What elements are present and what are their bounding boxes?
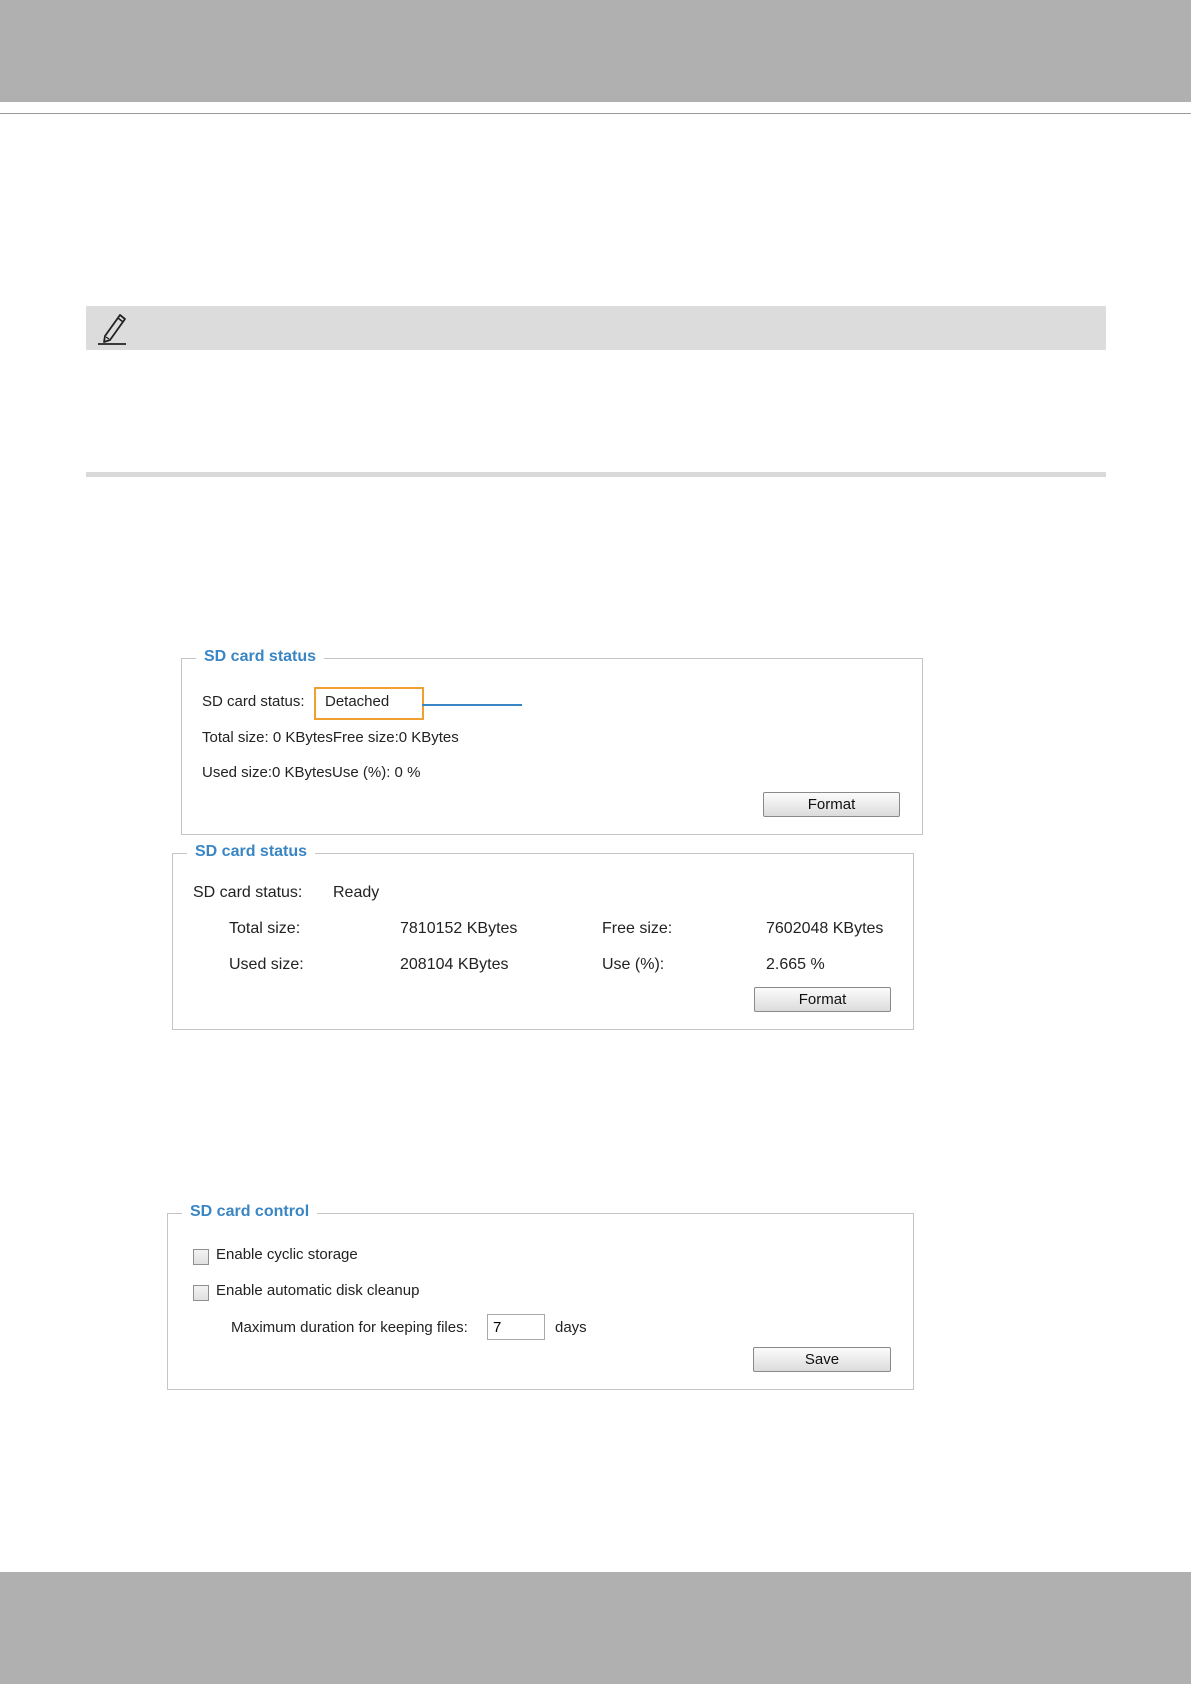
total-size-label: Total size: [229, 920, 301, 937]
save-button[interactable]: Save [753, 1347, 891, 1372]
page-header-band [0, 0, 1191, 102]
sd-card-status-value: Detached [325, 693, 390, 710]
use-percent-value: 2.665 % [766, 956, 825, 973]
header-rule [0, 113, 1191, 114]
max-duration-input[interactable] [487, 1314, 545, 1340]
format-button[interactable]: Format [763, 792, 900, 817]
sd-card-control-panel: SD card control Enable cyclic storage En… [167, 1203, 914, 1390]
panel-legend: SD card status [196, 648, 325, 666]
sd-card-status-panel-detached: SD card status SD card status: Detached … [181, 648, 923, 835]
total-size-value: 7810152 KBytes [400, 920, 518, 937]
used-size-value: 208104 KBytes [400, 956, 509, 973]
disk-cleanup-checkbox[interactable] [193, 1285, 209, 1301]
max-duration-label: Maximum duration for keeping files: [231, 1319, 468, 1336]
sd-card-status-label: SD card status: [202, 693, 305, 710]
free-size-value: 7602048 KBytes [766, 920, 884, 937]
cyclic-storage-checkbox[interactable] [193, 1249, 209, 1265]
free-size-label: Free size: [602, 920, 673, 937]
note-bar [86, 306, 1106, 350]
sd-card-status-label: SD card status: [193, 884, 303, 901]
page-footer-band [0, 1572, 1191, 1684]
panel-legend: SD card control [182, 1203, 318, 1221]
used-size-label: Used size: [229, 956, 304, 973]
cyclic-storage-label: Enable cyclic storage [216, 1246, 358, 1263]
callout-line [422, 704, 522, 706]
section-divider [86, 472, 1106, 477]
panel-legend: SD card status [187, 843, 316, 861]
format-button[interactable]: Format [754, 987, 891, 1012]
total-free-size-line: Total size: 0 KBytesFree size:0 KBytes [202, 729, 459, 746]
sd-card-status-value: Ready [333, 884, 380, 901]
sd-card-status-panel-ready: SD card status SD card status: Ready Tot… [172, 843, 914, 1030]
disk-cleanup-label: Enable automatic disk cleanup [216, 1282, 420, 1299]
days-unit-label: days [555, 1319, 587, 1336]
pencil-icon [98, 314, 126, 345]
use-percent-label: Use (%): [602, 956, 665, 973]
used-size-line: Used size:0 KBytesUse (%): 0 % [202, 764, 421, 781]
